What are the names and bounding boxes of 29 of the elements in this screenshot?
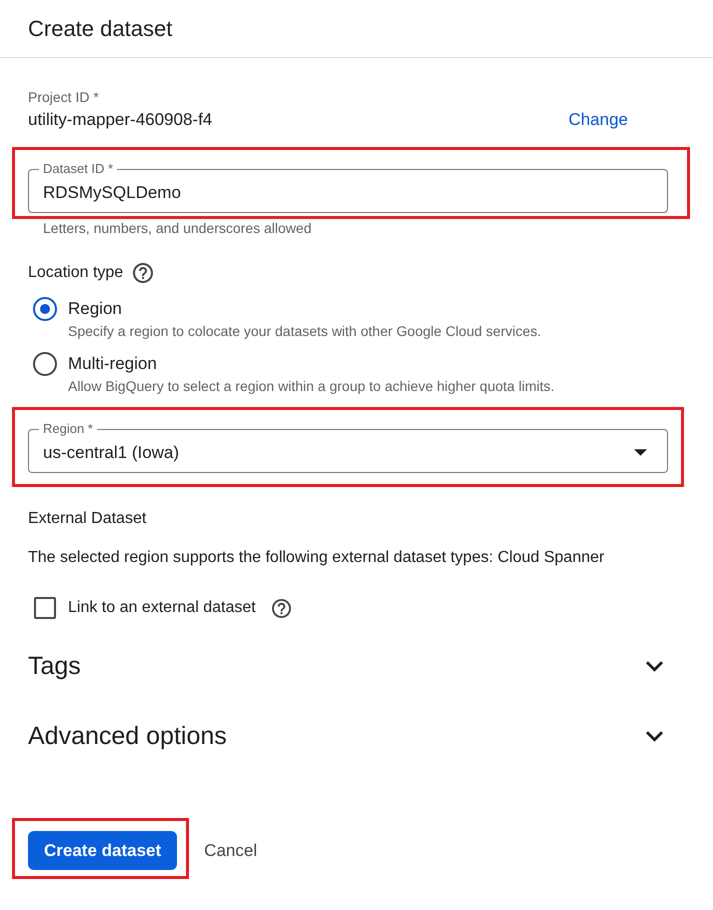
project-id-value: utility-mapper-460908-f4 xyxy=(28,109,212,131)
floating-label: Region * xyxy=(42,421,94,437)
dropdown-caret-icon xyxy=(634,449,647,456)
dialog-title: Create dataset xyxy=(28,14,172,42)
external-dataset-description: The selected region supports the following external dataset types: Cloud Spanner xyxy=(28,548,604,568)
change-link[interactable]: Change xyxy=(568,108,628,132)
radio-label[interactable]: Multi-region xyxy=(68,353,157,375)
checkbox[interactable] xyxy=(34,597,56,619)
radio-description: Allow BigQuery to select a region within a group to achieve higher quota limits. xyxy=(68,377,554,396)
field-hint: Letters, numbers, and underscores allowed xyxy=(43,219,312,237)
chevron-down-icon xyxy=(646,730,663,742)
section-header[interactable]: Tags xyxy=(28,650,668,682)
cancel-button[interactable]: Cancel xyxy=(196,831,266,870)
chevron-down-icon xyxy=(646,660,663,672)
project-id-label: Project ID * xyxy=(28,88,99,106)
radio-button[interactable] xyxy=(33,297,57,321)
region-select[interactable]: Region * us-central1 (Iowa) xyxy=(28,421,668,473)
location-type-heading: Location type xyxy=(28,263,124,283)
checkbox-label[interactable]: Link to an external dataset xyxy=(68,597,256,619)
create-dataset-button[interactable]: Create dataset xyxy=(28,831,178,870)
external-dataset-heading: External Dataset xyxy=(28,509,146,529)
floating-label: Dataset ID * xyxy=(42,161,114,177)
radio-label[interactable]: Region xyxy=(68,298,122,320)
help-icon[interactable] xyxy=(272,598,291,618)
radio-button[interactable] xyxy=(33,352,57,376)
section-header[interactable]: Advanced options xyxy=(28,720,668,752)
help-icon[interactable] xyxy=(133,263,154,283)
radio-description: Specify a region to colocate your datasets with other Google Cloud services. xyxy=(68,322,542,341)
dataset-id-field[interactable]: Dataset ID * RDSMySQLDemo xyxy=(28,161,668,213)
